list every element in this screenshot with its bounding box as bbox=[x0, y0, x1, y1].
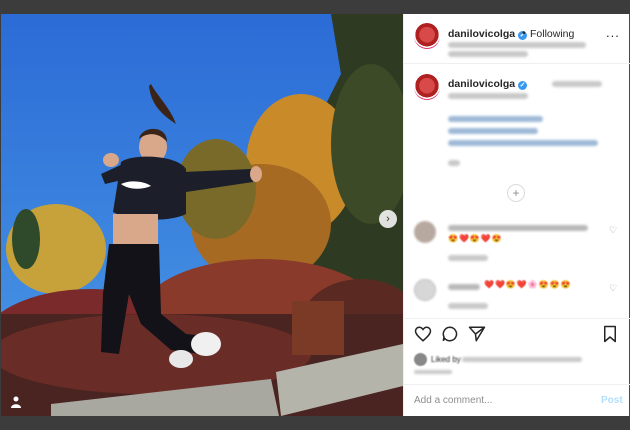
load-more-comments-button[interactable]: + bbox=[507, 184, 525, 202]
verified-icon: ✓ bbox=[518, 81, 528, 90]
comment-icon[interactable] bbox=[441, 325, 463, 347]
commenter-avatar[interactable] bbox=[414, 279, 436, 301]
comments-section: danilovicolga ✓ + 😍❤️😍❤️😍 ♡ ❤️❤️😍❤️🌸😍😍😍 … bbox=[404, 65, 630, 318]
following-button[interactable]: Following bbox=[530, 28, 574, 40]
caption-text-2 bbox=[448, 93, 528, 99]
caption-text bbox=[552, 81, 602, 87]
liker-avatar bbox=[414, 353, 427, 366]
more-options-icon[interactable]: ... bbox=[606, 25, 620, 40]
commenter-avatar[interactable] bbox=[414, 221, 436, 243]
hashtags-line bbox=[448, 116, 543, 122]
caption-username[interactable]: danilovicolga ✓ bbox=[448, 78, 528, 90]
author-username[interactable]: danilovicolga ✓ bbox=[448, 28, 528, 40]
comment-username bbox=[448, 284, 480, 290]
bookmark-icon[interactable] bbox=[602, 325, 624, 347]
window-bottom-bar bbox=[0, 416, 630, 430]
user-tag-icon[interactable] bbox=[11, 396, 25, 410]
comment-text bbox=[448, 225, 588, 231]
follow-separator: • bbox=[522, 27, 526, 39]
post-timestamp bbox=[414, 370, 452, 374]
hashtags-line-3 bbox=[448, 140, 598, 146]
comment-meta bbox=[448, 255, 488, 261]
instagram-post-modal: › danilovicolga ✓ • Following ... danilov… bbox=[1, 14, 630, 416]
location-line bbox=[448, 42, 586, 48]
caption-time bbox=[448, 160, 460, 166]
chevron-right-icon: › bbox=[386, 213, 390, 225]
post-actions: Liked by bbox=[404, 318, 630, 384]
comment-emojis: ❤️❤️😍❤️🌸😍😍😍 bbox=[484, 280, 572, 289]
location-line-2 bbox=[448, 51, 528, 57]
window-top-bar bbox=[0, 0, 630, 14]
like-comment-icon[interactable]: ♡ bbox=[609, 283, 617, 294]
post-photo: › bbox=[1, 14, 403, 416]
hashtags-line-2 bbox=[448, 128, 538, 134]
add-comment-bar: Add a comment... Post bbox=[404, 384, 630, 416]
comment-emojis: 😍❤️😍❤️😍 bbox=[448, 234, 503, 243]
likes-text bbox=[462, 357, 582, 362]
post-comment-button[interactable]: Post bbox=[601, 395, 623, 406]
author-avatar[interactable] bbox=[414, 23, 440, 49]
comment-input[interactable]: Add a comment... bbox=[414, 395, 492, 406]
next-photo-button[interactable]: › bbox=[379, 210, 397, 228]
heart-icon[interactable] bbox=[414, 325, 436, 347]
comment-meta bbox=[448, 303, 488, 309]
post-header: danilovicolga ✓ • Following ... bbox=[404, 14, 630, 64]
caption-avatar[interactable] bbox=[414, 74, 440, 100]
like-comment-icon[interactable]: ♡ bbox=[609, 225, 617, 236]
post-sidebar: danilovicolga ✓ • Following ... danilovic… bbox=[403, 14, 630, 416]
share-icon[interactable] bbox=[468, 325, 490, 347]
jumping-woman-photo bbox=[1, 14, 403, 416]
